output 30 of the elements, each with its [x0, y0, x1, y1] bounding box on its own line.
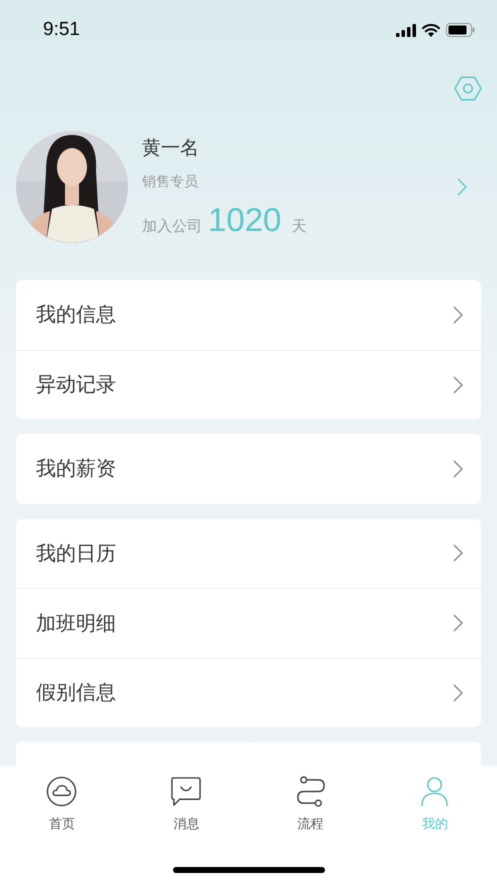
signal-icon — [396, 24, 416, 36]
tab-item[interactable]: 流程 — [248, 766, 373, 836]
chat-bubble-icon — [170, 776, 202, 808]
chevron-icon — [453, 306, 463, 324]
cloud-icon — [46, 776, 78, 808]
route-icon — [294, 776, 327, 808]
user-role: 销售专员 — [142, 173, 199, 191]
chevron-icon — [453, 544, 463, 562]
chevron-icon — [453, 460, 463, 478]
chevron-icon[interactable] — [457, 178, 467, 196]
tenure-days: 1020 — [208, 201, 282, 239]
status-time: 9:51 — [43, 19, 80, 41]
menu-item[interactable]: 加班明细 — [16, 588, 481, 658]
settings-icon[interactable] — [454, 76, 482, 100]
battery-icon — [446, 23, 475, 37]
menu-item[interactable]: 我的薪资 — [16, 434, 481, 504]
menu-item[interactable]: 异动记录 — [16, 350, 481, 419]
wifi-icon — [422, 24, 440, 36]
tab-item[interactable]: 消息 — [124, 766, 248, 836]
tenure-label: 加入公司 — [142, 217, 202, 236]
menu-item[interactable]: 我的信息 — [16, 280, 481, 350]
chevron-icon — [453, 614, 463, 632]
chevron-icon — [453, 376, 463, 394]
menu-item[interactable]: 我的日历 — [16, 518, 481, 588]
person-icon — [418, 776, 451, 808]
menu-item[interactable]: 假别信息 — [16, 658, 481, 727]
chevron-icon — [453, 684, 463, 702]
tenure-unit: 天 — [291, 217, 306, 236]
tab-item[interactable]: 首页 — [0, 766, 124, 836]
user-name: 黄一名 — [142, 136, 200, 161]
